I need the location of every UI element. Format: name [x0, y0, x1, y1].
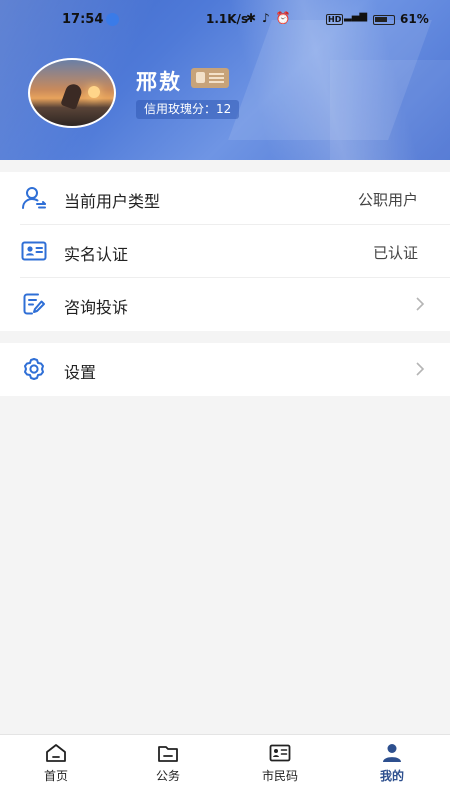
tab-citizen-code[interactable]: 市民码: [224, 735, 336, 800]
menu-item-user-type[interactable]: 当前用户类型 公职用户: [0, 172, 450, 225]
menu-item-complaint[interactable]: 咨询投诉: [0, 278, 450, 331]
citizen-card-icon: [269, 744, 291, 762]
user-type-value: 公职用户: [357, 191, 418, 209]
menu-item-label: 当前用户类型: [64, 192, 161, 211]
battery-icon: [373, 15, 395, 25]
notification-icon: [106, 13, 119, 26]
menu-item-settings[interactable]: 设置: [0, 343, 450, 396]
menu-card: 当前用户类型 公职用户 实名认证 已认证 咨询投诉: [0, 172, 450, 331]
menu-item-label: 咨询投诉: [64, 298, 129, 317]
signal-icon: ▂▄▆: [344, 11, 368, 22]
chevron-right-icon: [416, 362, 425, 376]
person-icon: [383, 744, 401, 762]
menu-item-label: 实名认证: [64, 245, 129, 264]
folder-icon: [158, 746, 178, 762]
user-name: 邢敖: [136, 70, 182, 94]
gear-icon: [24, 358, 44, 380]
user-type-icon: [22, 187, 46, 209]
tab-label: 首页: [43, 769, 68, 783]
bluetooth-icon: ✱♪⏰: [246, 11, 297, 25]
tab-mine[interactable]: 我的: [336, 735, 448, 800]
credit-score-label: 信用玫瑰分：12: [136, 100, 240, 119]
battery-percent: 61%: [400, 12, 429, 26]
tab-official[interactable]: 公务: [112, 735, 224, 800]
bottom-tab-bar: 首页 公务 市民码 我的: [0, 734, 450, 800]
menu-item-real-name[interactable]: 实名认证 已认证: [0, 225, 450, 278]
edit-document-icon: [23, 293, 45, 315]
menu-item-label: 设置: [64, 363, 97, 382]
id-card-badge-icon: [191, 68, 229, 88]
settings-card: 设置: [0, 343, 450, 396]
hd-badge: HD: [326, 14, 344, 25]
profile-header: 17:54 1.1K/s ✱♪⏰ HD ▂▄▆ 61% 邢敖 信用玫瑰分：12: [0, 0, 450, 160]
tab-label: 市民码: [261, 769, 298, 783]
status-bar: 17:54 1.1K/s ✱♪⏰ HD ▂▄▆ 61%: [0, 0, 450, 40]
tab-label: 我的: [379, 769, 404, 783]
network-speed: 1.1K/s: [206, 12, 249, 26]
chevron-right-icon: [416, 297, 425, 311]
tab-home[interactable]: 首页: [0, 735, 112, 800]
real-name-status: 已认证: [372, 244, 418, 262]
status-time: 17:54: [62, 12, 104, 27]
id-card-icon: [21, 241, 47, 261]
avatar[interactable]: [28, 58, 116, 128]
tab-label: 公务: [155, 769, 180, 783]
home-icon: [46, 744, 66, 762]
